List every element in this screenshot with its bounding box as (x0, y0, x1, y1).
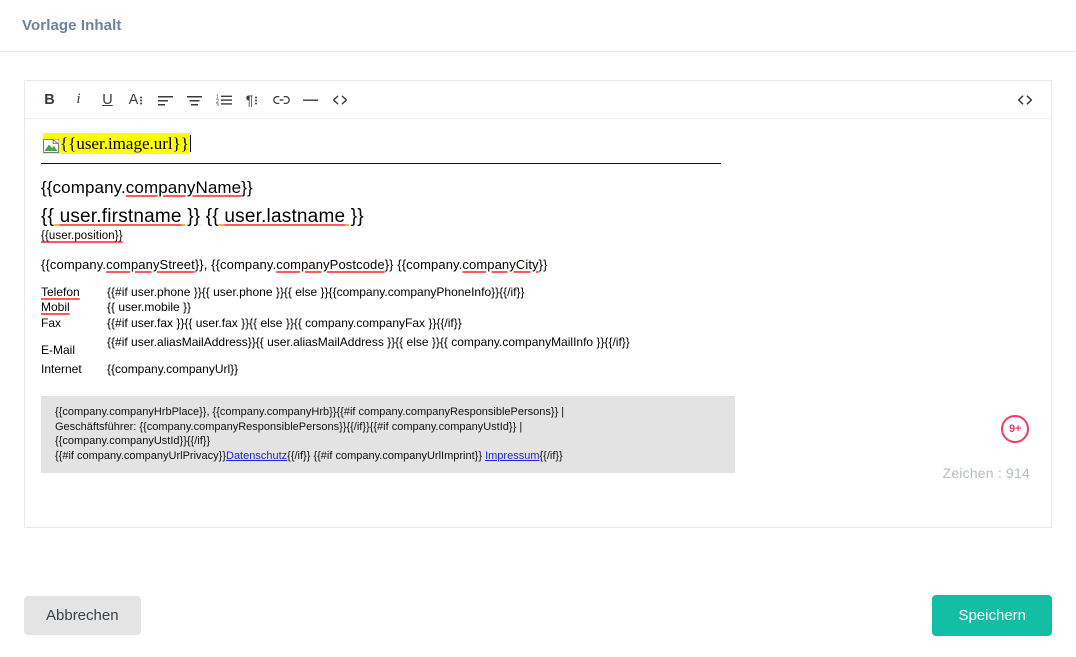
legal-footer-block[interactable]: {{company.companyHrbPlace}}, {{company.c… (41, 396, 735, 474)
image-token-highlight: {{user.image.url}} (43, 133, 189, 154)
imprint-link[interactable]: Impressum (485, 450, 539, 462)
user-position-line[interactable]: {{user.position}} (41, 230, 1031, 242)
firstname-var: user.firstname (59, 206, 182, 227)
city-var: companyCity (462, 257, 539, 272)
table-row: Internet {{company.companyUrl}} (41, 362, 1031, 377)
user-name-line[interactable]: {{ user.firstname }} {{ user.lastname }} (41, 206, 1031, 228)
table-row: Fax {{#if user.fax }}{{ user.fax }}{{ el… (41, 316, 1031, 331)
link-icon (273, 95, 290, 104)
image-token-line[interactable]: {{user.image.url}} (43, 133, 1031, 156)
source-view-button[interactable] (1010, 85, 1039, 114)
city-pre: {{company. (397, 257, 463, 272)
content-horizontal-rule (41, 163, 721, 164)
code-icon (1017, 94, 1032, 105)
modal-footer: Abbrechen Speichern (0, 573, 1076, 657)
lastname-pre: {{ (205, 206, 219, 227)
contact-value-fax: {{#if user.fax }}{{ user.fax }}{{ else }… (107, 315, 462, 330)
contact-value-mobil: {{ user.mobile }} (107, 300, 192, 315)
editor-content-area[interactable]: {{user.image.url}} {{company.companyName… (25, 119, 1051, 528)
company-line-pre: {{company. (41, 178, 126, 197)
editor-toolbar: B i U A 1 2 3 ¶ (25, 81, 1051, 119)
contact-label-internet: Internet (41, 362, 82, 377)
street-var: companyStreet (106, 257, 195, 272)
align-center-button[interactable] (180, 85, 209, 114)
toolbar-right-group (1010, 85, 1039, 114)
street-post: }}, (194, 257, 212, 272)
modal-header: Vorlage Inhalt (0, 0, 1076, 52)
street-pre: {{company. (41, 257, 107, 272)
company-name-line[interactable]: {{company.companyName}} (41, 178, 1031, 198)
insert-link-button[interactable] (267, 85, 296, 114)
table-row: Mobil {{ user.mobile }} (41, 300, 1031, 315)
paragraph-format-button[interactable]: ¶ (238, 85, 267, 114)
company-address-line[interactable]: {{company.companyStreet}}, {{company.com… (41, 257, 1031, 272)
status-badge[interactable]: 9+ (1001, 415, 1029, 443)
table-row: Telefon {{#if user.phone }}{{ user.phone… (41, 285, 1031, 300)
legal-line-4: {{#if company.companyUrlPrivacy}}Datensc… (55, 449, 723, 464)
image-token-text: {{user.image.url}} (60, 134, 189, 153)
bold-label: B (44, 91, 55, 108)
contact-details-table[interactable]: Telefon {{#if user.phone }}{{ user.phone… (41, 285, 1031, 377)
pilcrow-icon: ¶ (246, 92, 260, 108)
code-icon (332, 95, 347, 104)
lastname-post: }} (345, 206, 364, 227)
contact-value-email: {{#if user.aliasMailAddress}}{{ user.ali… (107, 334, 630, 349)
city-post: }} (538, 257, 548, 272)
legal-mid: {{/if}} {{#if company.companyUrlImprint}… (287, 449, 486, 462)
ordered-list-button[interactable]: 1 2 3 (209, 85, 238, 114)
contact-label-telefon: Telefon (41, 285, 80, 299)
legal-end: {{/if}} (539, 449, 563, 462)
align-left-button[interactable] (151, 85, 180, 114)
contact-value-internet: {{company.companyUrl}} (107, 362, 239, 377)
firstname-pre: {{ (41, 206, 55, 227)
privacy-link[interactable]: Datenschutz (226, 450, 287, 462)
position-token: {{user.position}} (41, 230, 123, 242)
toolbar-left-group: B i U A 1 2 3 ¶ (35, 85, 1010, 114)
underline-button[interactable]: U (93, 85, 122, 114)
svg-text:3: 3 (216, 103, 219, 106)
postcode-pre: {{company. (211, 257, 277, 272)
contact-label-email: E-Mail (41, 342, 76, 357)
horizontal-rule-button[interactable] (296, 85, 325, 114)
lastname-var: user.lastname (224, 206, 346, 227)
contact-label-mobil: Mobil (41, 300, 70, 315)
modal-body: B i U A 1 2 3 ¶ {{user.image.url}} {{com… (0, 52, 1076, 528)
table-row: E-Mail {{#if user.aliasMailAddress}}{{ u… (41, 335, 1031, 358)
horizontal-rule-icon (303, 99, 318, 101)
cancel-button[interactable]: Abbrechen (24, 595, 141, 635)
character-counter: Zeichen : 914 (942, 465, 1030, 481)
legal-line-1: {{company.companyHrbPlace}}, {{company.c… (55, 406, 565, 419)
align-left-icon (158, 95, 173, 105)
postcode-var: companyPostcode (276, 257, 385, 272)
font-size-button[interactable]: A (122, 85, 151, 114)
save-button[interactable]: Speichern (932, 594, 1052, 636)
bold-button[interactable]: B (35, 85, 64, 114)
legal-privacy-condition: {{#if company.companyUrlPrivacy}} (55, 449, 226, 462)
font-size-letter: A (128, 91, 139, 108)
postcode-post: }} (384, 257, 398, 272)
contact-value-telefon: {{#if user.phone }}{{ user.phone }}{{ el… (107, 285, 525, 299)
align-center-icon (187, 95, 202, 105)
underline-label: U (102, 91, 113, 108)
font-size-icon: A (129, 92, 145, 108)
italic-label: i (76, 91, 81, 107)
text-caret (189, 135, 191, 152)
page-title: Vorlage Inhalt (22, 17, 122, 34)
code-view-button[interactable] (325, 85, 354, 114)
legal-line-2: Geschäftsführer: {{company.companyRespon… (55, 420, 523, 433)
contact-label-fax: Fax (41, 315, 62, 330)
template-content-modal: Vorlage Inhalt B i U A 1 2 3 ¶ {{user.im… (0, 0, 1076, 657)
italic-button[interactable]: i (64, 85, 93, 114)
ordered-list-icon: 1 2 3 (216, 94, 232, 106)
firstname-post: }} (181, 206, 201, 227)
legal-line-3: {{company.companyUstId}}{{/if}} (55, 435, 211, 448)
broken-image-icon (43, 139, 59, 156)
rich-text-editor[interactable]: B i U A 1 2 3 ¶ {{user.image.url}} {{com… (24, 80, 1052, 528)
company-line-post: }} (241, 178, 253, 197)
company-line-var: companyName (125, 178, 242, 197)
